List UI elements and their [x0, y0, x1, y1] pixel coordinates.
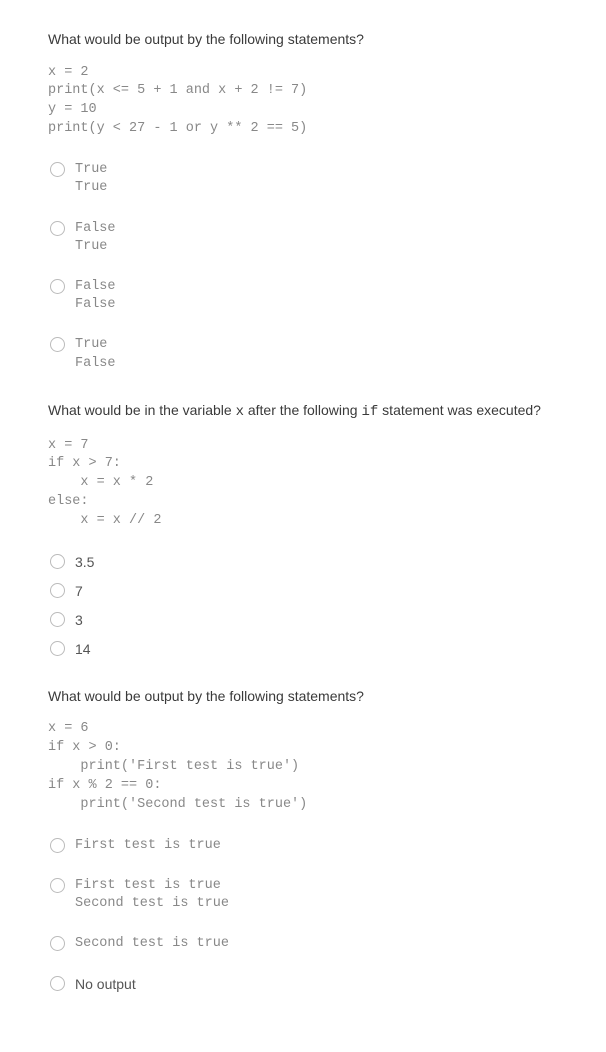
- option-label: 3.5: [75, 553, 94, 572]
- radio-icon[interactable]: [50, 838, 65, 853]
- question-3-prompt: What would be output by the following st…: [48, 687, 558, 707]
- radio-icon[interactable]: [50, 936, 65, 951]
- question-2-option-2[interactable]: 3: [50, 611, 558, 630]
- question-2-prompt: What would be in the variable x after th…: [48, 401, 558, 423]
- option-label: True False: [75, 336, 116, 372]
- prompt-code-inline: if: [361, 404, 378, 420]
- question-3-option-2[interactable]: Second test is true: [50, 935, 558, 953]
- question-2-options: 3.5 7 3 14: [50, 553, 558, 659]
- radio-icon[interactable]: [50, 162, 65, 177]
- option-label: 14: [75, 640, 91, 659]
- question-2-option-0[interactable]: 3.5: [50, 553, 558, 572]
- question-1-option-3[interactable]: True False: [50, 336, 558, 372]
- question-2-option-1[interactable]: 7: [50, 582, 558, 601]
- question-2-option-3[interactable]: 14: [50, 640, 558, 659]
- question-3: What would be output by the following st…: [48, 687, 558, 995]
- question-1-option-1[interactable]: False True: [50, 220, 558, 256]
- prompt-text: after the following: [244, 402, 362, 418]
- question-3-options: First test is true First test is true Se…: [50, 837, 558, 995]
- radio-icon[interactable]: [50, 976, 65, 991]
- radio-icon[interactable]: [50, 279, 65, 294]
- question-1-options: True True False True False False True Fa…: [50, 161, 558, 373]
- option-label: No output: [75, 975, 136, 994]
- question-2-code: x = 7 if x > 7: x = x * 2 else: x = x //…: [48, 437, 558, 531]
- question-3-code: x = 6 if x > 0: print('First test is tru…: [48, 720, 558, 814]
- prompt-code-inline: x: [236, 404, 244, 420]
- option-label: False True: [75, 220, 116, 256]
- question-1-prompt: What would be output by the following st…: [48, 30, 558, 50]
- question-1-option-2[interactable]: False False: [50, 278, 558, 314]
- question-2: What would be in the variable x after th…: [48, 401, 558, 659]
- prompt-text: What would be in the variable: [48, 402, 236, 418]
- option-label: Second test is true: [75, 935, 229, 953]
- question-1: What would be output by the following st…: [48, 30, 558, 373]
- radio-icon[interactable]: [50, 583, 65, 598]
- radio-icon[interactable]: [50, 641, 65, 656]
- question-3-option-1[interactable]: First test is true Second test is true: [50, 877, 558, 913]
- radio-icon[interactable]: [50, 554, 65, 569]
- question-1-code: x = 2 print(x <= 5 + 1 and x + 2 != 7) y…: [48, 64, 558, 140]
- option-label: 7: [75, 582, 83, 601]
- question-1-option-0[interactable]: True True: [50, 161, 558, 197]
- option-label: First test is true: [75, 837, 221, 855]
- question-3-option-0[interactable]: First test is true: [50, 837, 558, 855]
- option-label: False False: [75, 278, 116, 314]
- radio-icon[interactable]: [50, 612, 65, 627]
- prompt-text: statement was executed?: [378, 402, 541, 418]
- option-label: True True: [75, 161, 107, 197]
- radio-icon[interactable]: [50, 337, 65, 352]
- option-label: 3: [75, 611, 83, 630]
- radio-icon[interactable]: [50, 221, 65, 236]
- option-label: First test is true Second test is true: [75, 877, 229, 913]
- radio-icon[interactable]: [50, 878, 65, 893]
- question-3-option-3[interactable]: No output: [50, 975, 558, 994]
